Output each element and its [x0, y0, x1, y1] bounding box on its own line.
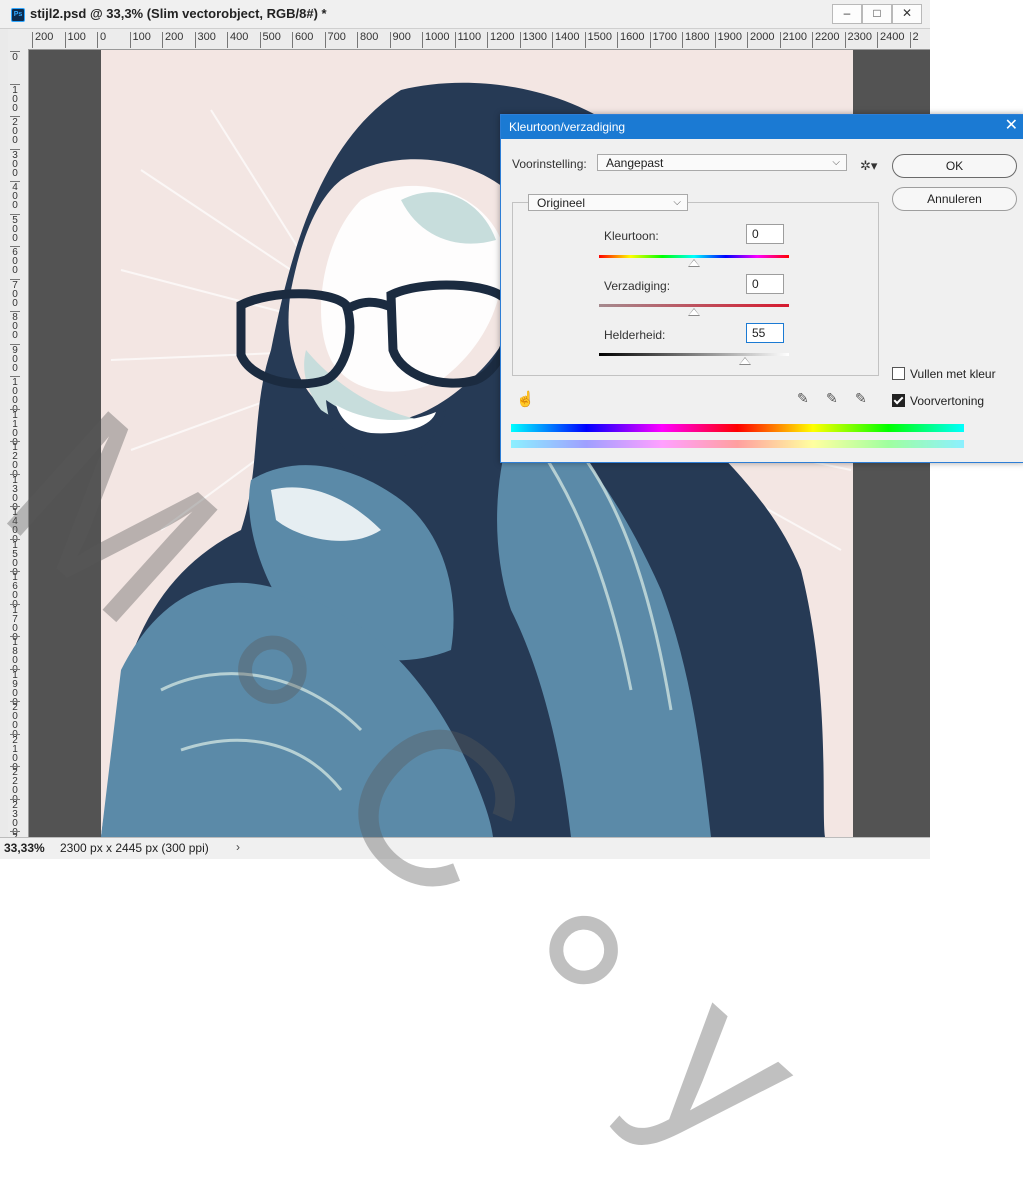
ruler-tick: 0 [97, 32, 106, 48]
document-title: stijl2.psd @ 33,3% (Slim vectorobject, R… [30, 6, 327, 21]
ruler-tick: 1100 [454, 32, 481, 48]
left-strip [0, 29, 8, 845]
vertical-ruler[interactable]: 0100200300400500600700800900100011001200… [8, 49, 29, 845]
dialog-close-icon[interactable]: ✕ [1005, 117, 1018, 135]
ruler-tick: 1900 [714, 32, 742, 48]
preset-value: Aangepast [606, 156, 664, 170]
ruler-tick: 700 [324, 32, 346, 48]
eyedropper-plus-icon[interactable]: ✎ [826, 390, 838, 407]
saturation-label: Verzadiging: [604, 279, 671, 293]
ruler-tick: 1600 [617, 32, 644, 48]
ruler-tick: 1300 [519, 32, 547, 48]
ruler-tick: 800 [10, 311, 20, 341]
ruler-tick: 100 [64, 32, 86, 48]
ruler-tick: 100 [10, 83, 20, 113]
lightness-slider-thumb[interactable] [739, 357, 752, 365]
preview-label: Voorvertoning [910, 394, 985, 408]
ruler-tick: 1700 [649, 32, 677, 48]
cancel-button[interactable]: Annuleren [892, 187, 1017, 211]
spectrum-bar-output [511, 440, 964, 448]
zoom-level[interactable]: 33,33% [4, 841, 45, 855]
channel-select[interactable]: Origineel ⌵ [528, 194, 688, 211]
ruler-tick: 400 [227, 32, 248, 48]
eyedropper-minus-icon[interactable]: ✎ [855, 390, 867, 407]
ruler-tick: 2 [909, 32, 919, 48]
close-button[interactable]: ✕ [892, 4, 922, 24]
ruler-corner[interactable] [8, 29, 31, 50]
lightness-slider-track[interactable] [599, 353, 789, 356]
dialog-title: Kleurtoon/verzadiging [509, 120, 626, 134]
ruler-tick: 1800 [682, 32, 709, 48]
lightness-input[interactable]: 55 [746, 323, 784, 343]
saturation-slider-track[interactable] [599, 304, 789, 307]
preview-checkbox[interactable]: Voorvertoning [892, 394, 984, 408]
hue-saturation-dialog: Kleurtoon/verzadiging ✕ Voorinstelling: … [500, 114, 1023, 463]
hue-label: Kleurtoon: [604, 229, 659, 243]
ruler-tick: 300 [194, 32, 216, 48]
lightness-label: Helderheid: [604, 328, 666, 342]
gear-icon[interactable]: ✲▾ [860, 158, 877, 174]
preset-select[interactable]: Aangepast ⌵ [597, 154, 847, 171]
ruler-tick: 500 [10, 213, 20, 243]
ruler-tick: 2100 [779, 32, 807, 48]
colorize-checkbox[interactable]: Vullen met kleur [892, 367, 996, 381]
horizontal-ruler[interactable]: 200 100 0 100 200 300 400 500 600 700 800 900 1000 11… [30, 29, 930, 50]
adjustment-group [512, 202, 879, 376]
ok-button[interactable]: OK [892, 154, 1017, 178]
maximize-button[interactable]: □ [862, 4, 892, 24]
minimize-button[interactable]: – [832, 4, 862, 24]
ruler-tick: 0 [10, 51, 20, 63]
ruler-tick: 400 [10, 181, 20, 211]
ruler-tick: 900 [10, 343, 20, 373]
saturation-input[interactable]: 0 [746, 274, 784, 294]
status-bar: 33,33% 2300 px x 2445 px (300 ppi) › [0, 837, 930, 859]
photoshop-icon: Ps [11, 8, 25, 22]
ruler-tick: 1400 [552, 32, 579, 48]
preset-label: Voorinstelling: [512, 157, 587, 171]
channel-value: Origineel [537, 196, 586, 210]
hand-adjust-icon[interactable]: ☝ [516, 390, 535, 408]
status-menu-arrow[interactable]: › [236, 840, 240, 854]
colorize-label: Vullen met kleur [910, 367, 996, 381]
hue-slider-thumb[interactable] [688, 259, 700, 267]
ruler-tick: 600 [10, 246, 20, 276]
chevron-down-icon: ⌵ [673, 197, 681, 208]
ruler-tick: 1200 [487, 32, 514, 48]
eyedropper-icon[interactable]: ✎ [797, 390, 809, 407]
ruler-tick: 1500 [584, 32, 612, 48]
ruler-tick: 2000 [747, 32, 774, 48]
preview-checkbox-box[interactable] [892, 394, 905, 407]
ruler-tick: 700 [10, 278, 20, 308]
ruler-tick: 2200 [812, 32, 839, 48]
document-titlebar[interactable]: Ps stijl2.psd @ 33,3% (Slim vectorobject… [0, 0, 930, 29]
ruler-tick: 900 [389, 32, 411, 48]
saturation-slider-thumb[interactable] [688, 308, 700, 316]
ruler-tick: 1000 [422, 32, 449, 48]
dialog-titlebar[interactable]: Kleurtoon/verzadiging ✕ [501, 115, 1023, 139]
ruler-tick: 200 [162, 32, 183, 48]
colorize-checkbox-box[interactable] [892, 367, 905, 380]
chevron-down-icon: ⌵ [832, 157, 840, 168]
ruler-tick: 800 [357, 32, 378, 48]
ruler-tick: 2300 [844, 32, 872, 48]
document-info: 2300 px x 2445 px (300 ppi) [60, 841, 209, 855]
ruler-tick: 200 [10, 116, 20, 146]
hue-slider-track[interactable] [599, 255, 789, 258]
ruler-tick: 200 [32, 32, 53, 48]
hue-input[interactable]: 0 [746, 224, 784, 244]
ruler-tick: 100 [129, 32, 151, 48]
ruler-tick: 2400 [877, 32, 904, 48]
ruler-tick: 300 [10, 148, 20, 178]
ruler-tick: 600 [292, 32, 313, 48]
spectrum-bar-input [511, 424, 964, 432]
ruler-tick: 500 [259, 32, 281, 48]
